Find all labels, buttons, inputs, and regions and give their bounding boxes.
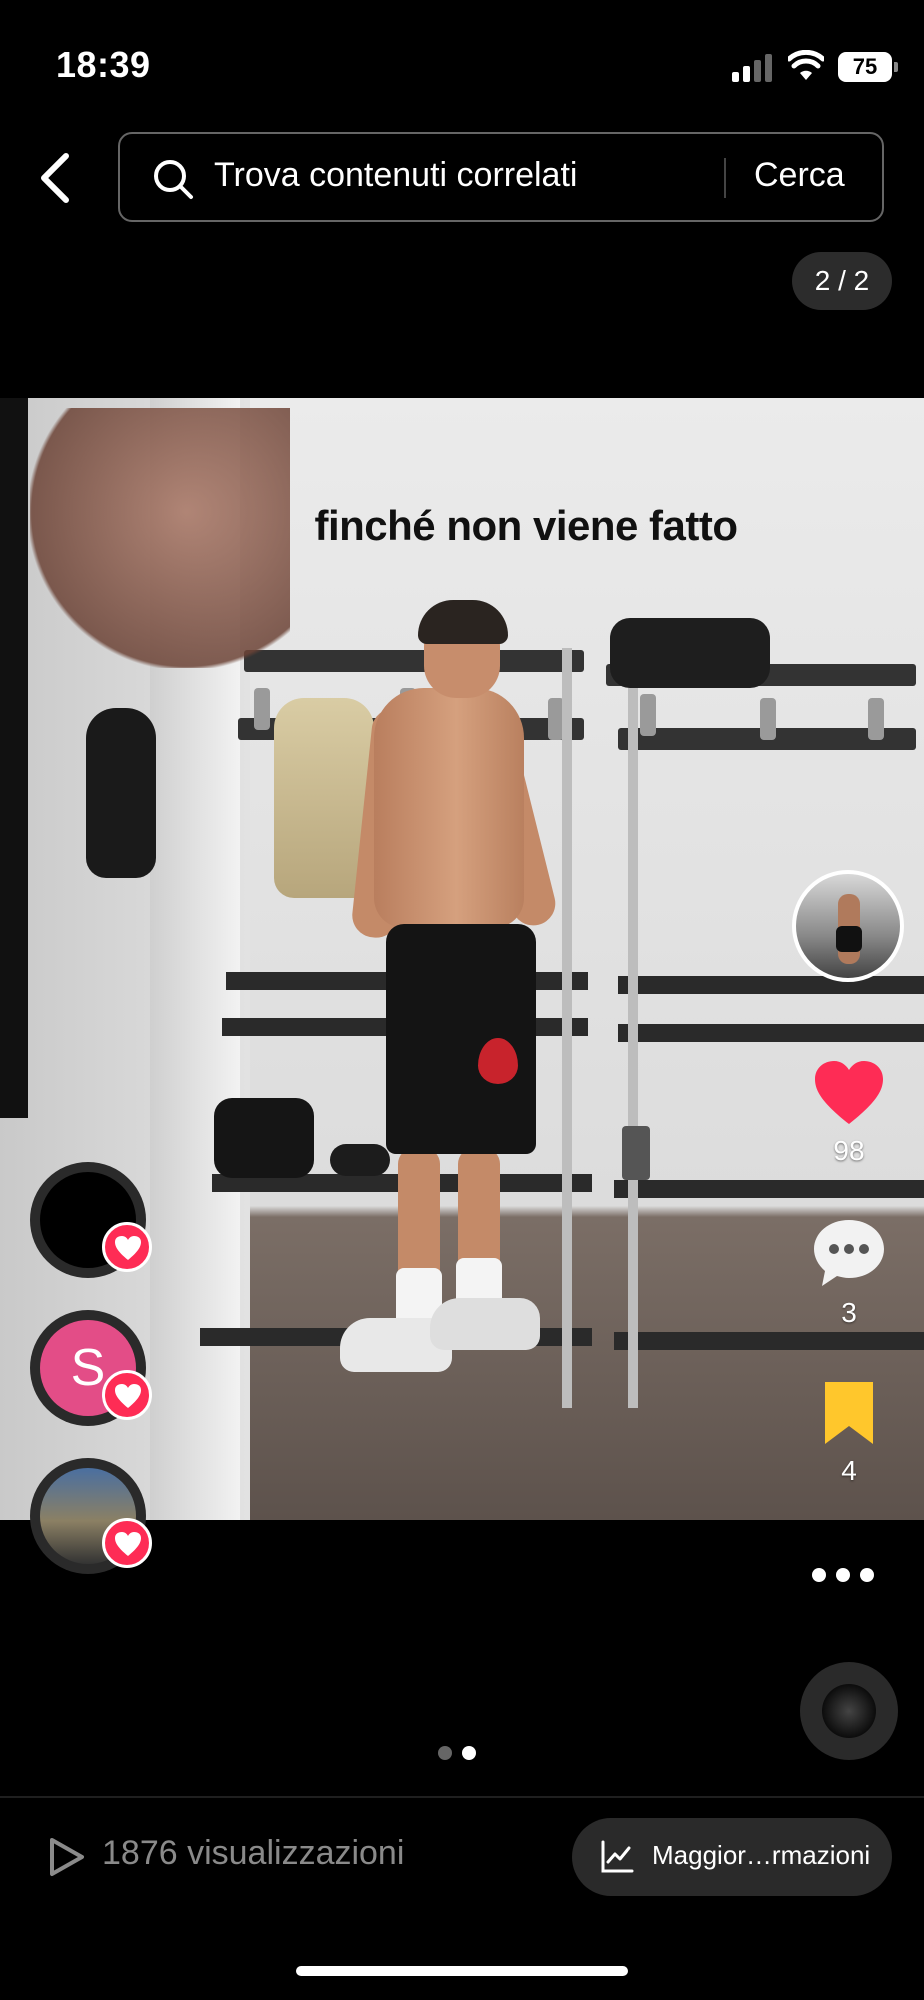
music-disc[interactable] (800, 1662, 898, 1760)
photo-hook (868, 698, 884, 740)
photo-hair-dryer (86, 708, 156, 878)
carousel-dot (438, 1746, 452, 1760)
page-counter: 2 / 2 (792, 252, 892, 310)
photo-post (562, 648, 572, 1408)
bookmark-button[interactable]: 4 (794, 1380, 904, 1487)
photo-bag (610, 618, 770, 688)
more-info-button[interactable]: Maggior…rmazioni (572, 1818, 892, 1896)
photo-hook (254, 688, 270, 730)
bookmark-count: 4 (841, 1455, 857, 1486)
home-indicator[interactable] (296, 1966, 628, 1976)
reactor-avatar[interactable] (30, 1162, 152, 1278)
photo-bench (614, 1180, 924, 1198)
play-icon (50, 1838, 84, 1876)
comment-icon (814, 1220, 884, 1286)
search-divider (724, 158, 726, 198)
search-button[interactable]: Cerca (754, 156, 845, 195)
status-time: 18:39 (56, 44, 151, 85)
photo-post (628, 648, 638, 1408)
search-icon (154, 160, 193, 199)
comment-button[interactable]: 3 (794, 1218, 904, 1329)
battery-icon: 75 (838, 52, 898, 82)
footer-divider (0, 1796, 924, 1798)
carousel-dot-active (462, 1746, 476, 1760)
signal-icon (732, 54, 774, 82)
bookmark-icon (825, 1382, 873, 1444)
photo-hook (760, 698, 776, 740)
more-icon[interactable] (812, 1550, 882, 1596)
like-count: 98 (833, 1135, 865, 1166)
music-cover (822, 1684, 876, 1738)
heart-badge-icon (102, 1370, 152, 1420)
comment-count: 3 (841, 1297, 857, 1328)
carousel-indicator (438, 1746, 488, 1762)
heart-icon (815, 1061, 883, 1124)
like-button[interactable]: 98 (794, 1060, 904, 1167)
photo-gym-bag (214, 1098, 314, 1178)
heart-badge-icon (102, 1222, 152, 1272)
photo-hook (640, 694, 656, 736)
photo-person (340, 600, 560, 1438)
search-input[interactable]: Trova contenuti correlati (214, 156, 577, 195)
status-bar: 18:39 75 (0, 0, 924, 130)
photo-bench (614, 1332, 924, 1350)
creator-avatar[interactable] (792, 870, 904, 982)
reactor-avatar[interactable]: S (30, 1310, 152, 1426)
search-bar[interactable]: Trova contenuti correlati Cerca (118, 132, 884, 222)
back-arrow-icon[interactable] (34, 150, 78, 206)
wifi-icon (788, 50, 824, 80)
photo-bench (618, 976, 924, 994)
photo-bench (618, 1024, 924, 1042)
views-label: 1876 visualizzazioni (102, 1834, 405, 1872)
more-info-label: Maggior…rmazioni (652, 1840, 871, 1870)
photo-phone (622, 1126, 650, 1180)
reactor-avatar[interactable] (30, 1458, 152, 1574)
analytics-icon (601, 1840, 634, 1873)
video-caption-overlay: finché non viene fatto (314, 502, 738, 549)
heart-badge-icon (102, 1518, 152, 1568)
